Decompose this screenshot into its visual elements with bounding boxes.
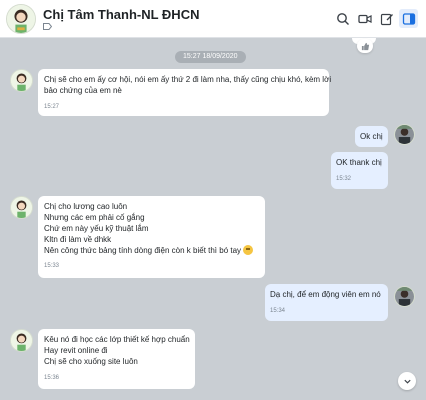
contact-name[interactable]: Chị Tâm Thanh-NL ĐHCN [43, 7, 199, 22]
sender-avatar[interactable] [10, 69, 33, 92]
message-text: Chị cho lương cao luôn [44, 202, 128, 211]
video-call-icon[interactable] [355, 9, 374, 28]
search-icon[interactable] [333, 9, 352, 28]
message-text: Chị sẽ cho xuống site luôn [44, 357, 138, 366]
message-time: 15:36 [44, 375, 60, 381]
message-bubble[interactable]: Chị cho lương cao luôn Nhưng các em phải… [38, 196, 265, 278]
edit-icon[interactable] [377, 9, 396, 28]
message-text: Kltn đi làm về dhkk [44, 235, 112, 244]
message-text: OK thank chị [336, 158, 382, 167]
message-text: Ok chị [360, 132, 383, 141]
chat-area[interactable]: 15:27 18/09/2020 Chị sẽ cho em ấy cơ hội… [0, 38, 426, 400]
date-divider: 15:27 18/09/2020 [175, 51, 246, 63]
message-bubble[interactable]: Kêu nó đi học các lớp thiết kế hợp chuẩn… [38, 329, 195, 389]
message-time: 15:34 [270, 308, 286, 314]
my-avatar[interactable] [394, 124, 415, 145]
sender-avatar[interactable] [10, 329, 33, 352]
message-text: Dạ chị, để em động viên em nó [270, 290, 381, 299]
message-time: 15:32 [336, 176, 352, 182]
message-text: Nên công thức bảng tính dòng điện còn k … [44, 246, 242, 255]
my-avatar[interactable] [394, 286, 415, 307]
contact-avatar[interactable] [6, 4, 36, 34]
message-bubble[interactable]: Dạ chị, để em động viên em nó 15:34 [265, 284, 388, 321]
message-time: 15:33 [44, 263, 60, 269]
message-bubble[interactable]: Ok chị [355, 126, 388, 147]
message-text: Hay revit online đi [44, 346, 108, 355]
tag-icon[interactable] [43, 23, 52, 30]
message-text: Chứ em này yếu kỹ thuật lắm [44, 224, 149, 233]
message-bubble[interactable]: OK thank chị 15:32 [331, 152, 388, 189]
message-text: Kêu nó đi học các lớp thiết kế hợp chuẩn [44, 335, 190, 344]
message-text: Nhưng các em phải cố gắng [44, 213, 145, 222]
sender-avatar[interactable] [10, 196, 33, 219]
chat-header: Chị Tâm Thanh-NL ĐHCN [0, 0, 426, 38]
scroll-down-button[interactable] [398, 372, 416, 390]
message-time: 15:27 [44, 104, 60, 110]
sidebar-toggle-icon[interactable] [399, 9, 418, 28]
message-text: Chị sẽ cho em ấy cơ hội, nói em ấy thứ 2… [44, 75, 332, 84]
chevron-down-icon [403, 379, 411, 384]
message-bubble[interactable]: Chị sẽ cho em ấy cơ hội, nói em ấy thứ 2… [38, 69, 332, 116]
message-text: bảo chứng của em nè [44, 86, 122, 95]
like-reaction-icon[interactable] [357, 39, 373, 53]
smile-emoji-icon [243, 245, 254, 255]
